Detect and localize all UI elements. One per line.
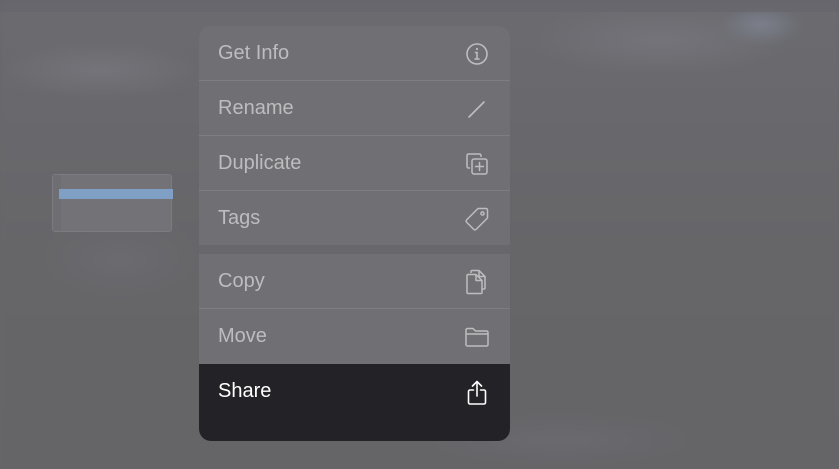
- menu-item-label: Get Info: [218, 42, 290, 64]
- menu-item-label: Copy: [218, 270, 265, 292]
- menu-item-rename[interactable]: Rename: [199, 81, 510, 136]
- top-bar-blurred: [0, 0, 839, 12]
- menu-item-share[interactable]: Share: [199, 364, 510, 441]
- tag-icon: [464, 206, 490, 232]
- menu-item-label: Tags: [218, 207, 261, 229]
- share-icon: [464, 380, 490, 406]
- menu-item-copy[interactable]: Copy: [199, 254, 510, 309]
- menu-item-move[interactable]: Move: [199, 309, 510, 364]
- file-thumbnail-stripe: [59, 189, 173, 199]
- info-icon: [464, 41, 490, 67]
- file-thumbnail-edge: [53, 175, 61, 231]
- selected-file-thumbnail[interactable]: [52, 174, 173, 232]
- menu-item-duplicate[interactable]: Duplicate: [199, 136, 510, 191]
- pencil-icon: [464, 96, 490, 122]
- folder-icon: [464, 324, 490, 350]
- duplicate-icon: [464, 151, 490, 177]
- menu-section-separator: [199, 245, 510, 254]
- menu-item-label: Share: [218, 380, 272, 402]
- menu-item-get-info[interactable]: Get Info: [199, 26, 510, 81]
- menu-item-label: Duplicate: [218, 152, 302, 174]
- menu-item-tags[interactable]: Tags: [199, 191, 510, 246]
- copy-icon: [464, 269, 490, 295]
- menu-item-label: Rename: [218, 97, 294, 119]
- menu-item-label: Move: [218, 325, 267, 347]
- context-menu: Get Info Rename Duplicate Tags Copy Move…: [199, 26, 510, 441]
